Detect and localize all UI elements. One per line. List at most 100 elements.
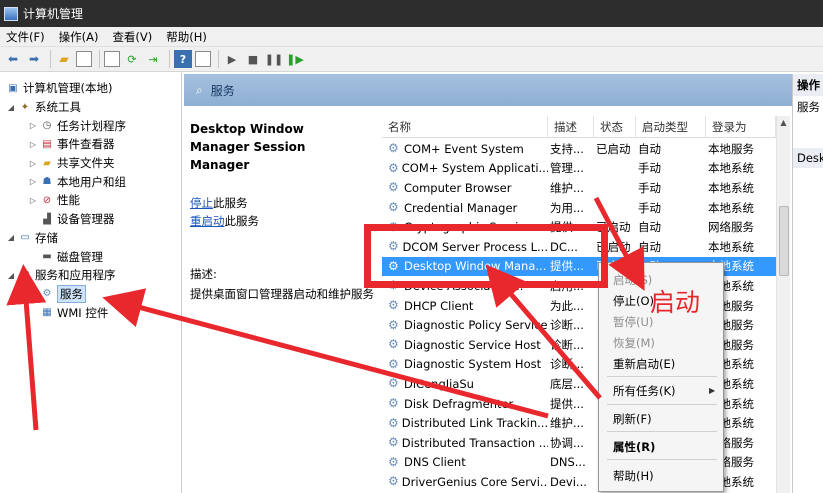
computer-icon: ▣ — [8, 82, 18, 94]
collapse-triangle-icon[interactable]: ◢ — [6, 103, 16, 112]
service-description: 提供桌面窗口管理器启动和维护服务 — [190, 287, 374, 301]
gear-icon: ⚙ — [388, 318, 399, 332]
tree-node-root[interactable]: ▣ 计算机管理(本地) — [0, 79, 181, 98]
service-logon-cell: 本地系统 — [708, 161, 754, 176]
service-desc-cell: Devi... — [550, 474, 587, 489]
event-viewer-icon: ▤ — [42, 138, 52, 150]
tree-node-system-tools[interactable]: ◢ ✦ 系统工具 — [0, 98, 181, 117]
wmi-icon: ▦ — [42, 307, 52, 319]
service-name-cell: ⚙ Computer Browser — [388, 180, 512, 195]
column-name[interactable]: 名称 — [382, 115, 548, 138]
service-desc-cell: 维护... — [550, 416, 584, 431]
column-logon-as[interactable]: 登录为 — [706, 115, 776, 138]
gear-icon: ⚙ — [42, 288, 52, 300]
toolbar-divider — [99, 50, 100, 68]
annotation-label: 启动 — [650, 288, 701, 317]
service-name-cell: ⚙ Distributed Link Trackin... — [388, 416, 548, 431]
forward-arrow-icon[interactable]: ➡ — [25, 50, 43, 68]
tree-node-task-scheduler[interactable]: ▷ ◷ 任务计划程序 — [0, 116, 181, 135]
restart-icon[interactable]: ❚▶ — [286, 50, 304, 68]
tree-node-performance[interactable]: ▷ ⊘ 性能 — [0, 191, 181, 210]
play-icon[interactable]: ▶ — [223, 50, 241, 68]
menu-item-all-tasks[interactable]: 所有任务(K) — [613, 383, 676, 399]
expand-triangle-icon[interactable]: ▷ — [28, 121, 38, 130]
table-row[interactable]: ⚙ COM+ Event System 支持... 已启动 自动 本地服务 — [382, 139, 776, 159]
tree-node-services[interactable]: ⚙ 服务 — [0, 284, 181, 304]
pause-icon[interactable]: ❚❚ — [265, 50, 283, 68]
service-logon-cell: 网络服务 — [708, 220, 754, 235]
show-hide-icon[interactable] — [195, 51, 211, 67]
tree-node-local-users[interactable]: ▷ ☗ 本地用户和组 — [0, 172, 181, 191]
service-name-cell: ⚙ COM+ System Applicati... — [388, 161, 548, 176]
service-logon-cell: 本地系统 — [708, 180, 754, 195]
scroll-thumb[interactable] — [779, 206, 789, 276]
menu-item-start[interactable]: 启动(S) — [613, 272, 652, 288]
service-desc-cell: 为用... — [550, 200, 584, 215]
stop-link[interactable]: 停止 — [190, 196, 213, 210]
services-title: 服务 — [210, 83, 235, 98]
service-startup-cell: 自动 — [638, 220, 661, 235]
expand-triangle-icon[interactable]: ▷ — [28, 196, 38, 205]
properties-icon[interactable] — [104, 51, 120, 67]
vertical-scrollbar[interactable]: ▲ — [776, 116, 790, 493]
service-logon-cell: 本地服务 — [708, 141, 754, 156]
gear-icon: ⚙ — [388, 141, 399, 156]
menu-action[interactable]: 操作(A) — [59, 29, 99, 45]
back-arrow-icon[interactable]: ⬅ — [4, 50, 22, 68]
service-desc-cell: 维护... — [550, 180, 584, 195]
annotation-highlight-box — [364, 224, 608, 288]
tools-icon: ✦ — [20, 101, 30, 113]
service-name-cell: ⚙ Distributed Transaction ... — [388, 435, 548, 450]
actions-section-selected[interactable]: Desktop Window Manager Session Manager — [793, 148, 823, 168]
collapse-triangle-icon[interactable]: ◢ — [6, 233, 16, 242]
export-icon[interactable]: ⇥ — [144, 50, 162, 68]
help-icon[interactable]: ? — [174, 50, 192, 68]
table-row[interactable]: ⚙ Credential Manager 为用... 手动 本地系统 — [382, 198, 776, 218]
tree-node-shared-folders[interactable]: ▷ ▰ 共享文件夹 — [0, 154, 181, 173]
expand-triangle-icon[interactable]: ▷ — [28, 159, 38, 168]
console-tree-icon[interactable] — [76, 51, 92, 67]
service-startup-cell: 自动 — [638, 239, 661, 254]
column-startup-type[interactable]: 启动类型 — [636, 115, 706, 138]
tree-node-disk-management[interactable]: ▬ 磁盘管理 — [0, 247, 181, 266]
tree-node-services-apps[interactable]: ◢ ▤ 服务和应用程序 — [0, 266, 181, 285]
menu-view[interactable]: 查看(V) — [112, 29, 152, 45]
tree-node-device-manager[interactable]: ▟ 设备管理器 — [0, 210, 181, 229]
submenu-arrow-icon: ▶ — [709, 386, 716, 395]
refresh-icon[interactable]: ⟳ — [123, 50, 141, 68]
actions-section-services[interactable]: 服务 — [793, 96, 823, 118]
storage-icon: ▭ — [20, 232, 30, 244]
gear-icon: ⚙ — [388, 200, 399, 215]
menu-help[interactable]: 帮助(H) — [166, 29, 207, 45]
menu-separator — [607, 459, 717, 460]
service-name-cell: ⚙ Diagnostic System Host — [388, 357, 542, 372]
menu-separator — [607, 376, 717, 377]
menu-item-restart[interactable]: 重新启动(E) — [613, 356, 675, 372]
menu-separator — [607, 431, 717, 432]
column-status[interactable]: 状态 — [594, 115, 636, 138]
stop-icon[interactable]: ■ — [244, 50, 262, 68]
restart-link[interactable]: 重启动 — [190, 214, 225, 228]
expand-triangle-icon[interactable]: ▷ — [28, 140, 38, 149]
service-desc-cell: 提供... — [550, 396, 584, 411]
description-label: 描述: — [190, 267, 217, 281]
menu-item-pause[interactable]: 暂停(U) — [613, 314, 653, 330]
expand-triangle-icon[interactable]: ▷ — [28, 177, 38, 186]
collapse-triangle-icon[interactable]: ◢ — [6, 271, 16, 280]
menu-file[interactable]: 文件(F) — [6, 29, 45, 45]
menu-item-help[interactable]: 帮助(H) — [613, 468, 654, 484]
tree-node-storage[interactable]: ◢ ▭ 存储 — [0, 229, 181, 248]
up-folder-icon[interactable]: ▰ — [55, 50, 73, 68]
menu-item-refresh[interactable]: 刷新(F) — [613, 411, 652, 427]
menu-item-resume[interactable]: 恢复(M) — [613, 335, 655, 351]
table-row[interactable]: ⚙ COM+ System Applicati... 管理... 手动 本地系统 — [382, 159, 776, 179]
menu-item-properties[interactable]: 属性(R) — [613, 439, 655, 455]
column-description[interactable]: 描述 — [548, 115, 594, 138]
scroll-up-icon[interactable]: ▲ — [777, 116, 790, 130]
service-desc-cell: 管理... — [550, 161, 584, 176]
gear-icon: ⚙ — [388, 416, 399, 430]
table-row[interactable]: ⚙ Computer Browser 维护... 手动 本地系统 — [382, 178, 776, 198]
tree-node-wmi[interactable]: ▦ WMI 控件 — [0, 303, 181, 322]
tree-node-event-viewer[interactable]: ▷ ▤ 事件查看器 — [0, 135, 181, 154]
menu-item-stop[interactable]: 停止(O) — [613, 293, 654, 309]
